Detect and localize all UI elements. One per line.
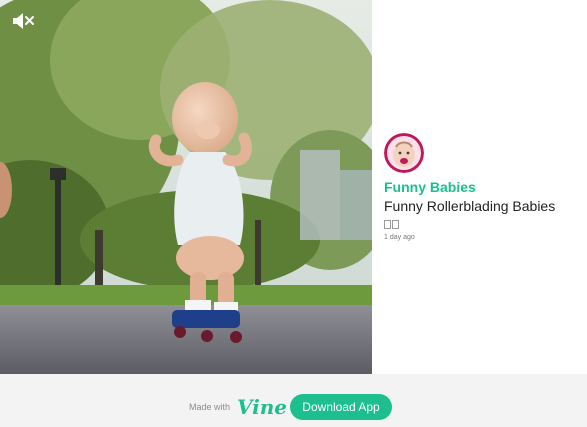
speaker-muted-icon — [13, 13, 34, 29]
post-timestamp: 1 day ago — [384, 234, 415, 241]
baby-face-avatar-icon — [384, 133, 424, 173]
avatar[interactable] — [384, 133, 424, 173]
vine-card: Funny Babies Funny Rollerblading Babies … — [0, 0, 587, 374]
video-player[interactable] — [0, 0, 372, 374]
post-title: Funny Rollerblading Babies — [384, 198, 556, 214]
made-with-label: Made with — [189, 402, 231, 412]
vine-logo[interactable]: Vine — [237, 395, 287, 419]
loops-icon — [384, 220, 584, 229]
download-app-button[interactable]: Download App — [290, 394, 392, 420]
channel-name-link[interactable]: Funny Babies — [384, 179, 584, 195]
mute-toggle[interactable] — [12, 11, 36, 31]
post-info: Funny Babies Funny Rollerblading Babies … — [384, 133, 584, 241]
video-frame — [0, 0, 372, 374]
